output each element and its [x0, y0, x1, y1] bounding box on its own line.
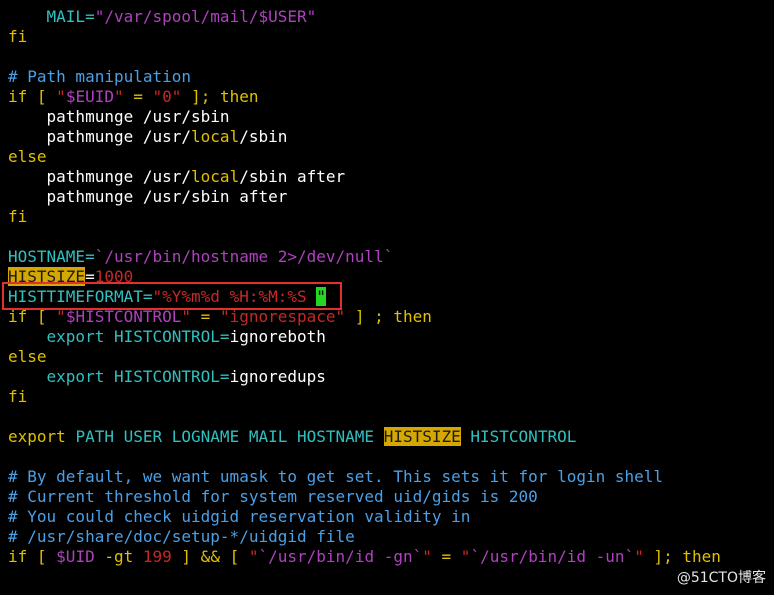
code-line: HISTSIZE=1000: [8, 267, 133, 287]
code-token: %Y%m%d %H:%M:%S: [162, 287, 317, 306]
code-token: /sbin: [239, 127, 288, 146]
code-token: ": [56, 87, 66, 106]
code-token: ": [113, 87, 124, 106]
code-token: PATH USER LOGNAME MAIL HOSTNAME: [75, 427, 384, 446]
code-token: $EUID: [65, 87, 114, 106]
code-token: ignoreboth: [229, 327, 326, 346]
code-token: "0": [152, 87, 182, 106]
code-token: =: [123, 87, 153, 106]
code-token: ignoredups: [229, 367, 326, 386]
code-token: # By default, we want umask to get set. …: [8, 467, 664, 486]
search-highlight: HISTSIZE: [383, 427, 461, 446]
code-token: fi: [8, 387, 28, 406]
code-line: # /usr/share/doc/setup-*/uidgid file: [8, 527, 355, 547]
code-line: else: [8, 147, 47, 167]
code-line: export HISTCONTROL=ignoreboth: [8, 327, 326, 347]
code-token: # Path manipulation: [8, 67, 192, 86]
code-token: /sbin after: [239, 167, 346, 186]
code-line: # You could check uidgid reservation val…: [8, 507, 470, 527]
code-line: pathmunge /usr/sbin after: [8, 187, 288, 207]
code-line: if [ "$EUID" = "0" ]; then: [8, 87, 259, 107]
code-token: "/var/spool/mail/$USER": [94, 7, 317, 26]
code-line: if [ "$HISTCONTROL" = "ignorespace" ] ; …: [8, 307, 432, 327]
code-token: 199: [142, 547, 172, 566]
code-line: else: [8, 347, 47, 367]
code-token: export HISTCONTROL=: [8, 327, 230, 346]
code-line: export PATH USER LOGNAME MAIL HOSTNAME H…: [8, 427, 576, 447]
code-token: else: [8, 147, 47, 166]
code-line: HOSTNAME=`/usr/bin/hostname 2>/dev/null`: [8, 247, 393, 267]
code-token: local: [191, 167, 240, 186]
code-token: $UID: [56, 547, 95, 566]
code-line: pathmunge /usr/sbin: [8, 107, 230, 127]
watermark-text: @51CTO博客: [676, 570, 766, 586]
code-token: =: [431, 547, 461, 566]
code-token: ] ; then: [345, 307, 432, 326]
code-token: if [: [8, 307, 57, 326]
code-token: # You could check uidgid reservation val…: [8, 507, 471, 526]
code-token: $HISTCONTROL: [65, 307, 182, 326]
code-line: fi: [8, 207, 27, 227]
code-token: ": [181, 307, 192, 326]
code-token: pathmunge /usr/: [8, 167, 192, 186]
code-token: MAIL=: [8, 7, 95, 26]
text-cursor: ": [316, 287, 326, 306]
code-line: if [ $UID -gt 199 ] && [ "`/usr/bin/id -…: [8, 547, 721, 567]
code-token: # Current threshold for system reserved …: [8, 487, 538, 506]
code-token: if [: [8, 87, 57, 106]
code-token: ] && [: [171, 547, 249, 566]
code-token: local: [191, 127, 240, 146]
code-token: =: [191, 307, 220, 326]
code-token: `/usr/bin/id -gn`: [258, 547, 423, 566]
code-token: pathmunge /usr/: [8, 127, 192, 146]
code-token: ]; then: [643, 547, 721, 566]
code-token: else: [8, 347, 47, 366]
code-line: # By default, we want umask to get set. …: [8, 467, 663, 487]
code-line: fi: [8, 27, 27, 47]
code-token: export HISTCONTROL=: [8, 367, 230, 386]
code-token: ": [152, 287, 163, 306]
code-token: HISTTIMEFORMAT=: [8, 287, 153, 306]
code-token: "ignorespace": [219, 307, 346, 326]
code-line: # Path manipulation: [8, 67, 191, 87]
code-token: if [: [8, 547, 57, 566]
code-token: fi: [8, 27, 28, 46]
search-highlight: HISTSIZE: [8, 267, 86, 286]
code-line: fi: [8, 387, 27, 407]
terminal-editor[interactable]: MAIL="/var/spool/mail/$USER" fi # Path man…: [0, 0, 774, 595]
code-token: pathmunge /usr/sbin after: [8, 187, 288, 206]
code-token: ": [56, 307, 66, 326]
code-token: HISTCONTROL: [460, 427, 577, 446]
code-line: export HISTCONTROL=ignoredups: [8, 367, 326, 387]
code-token: `/usr/bin/hostname 2>/dev/null`: [94, 247, 394, 266]
code-token: ": [422, 547, 432, 566]
code-token: fi: [8, 207, 28, 226]
code-token: export: [8, 427, 76, 446]
code-token: ": [460, 547, 471, 566]
code-token: -gt: [94, 547, 143, 566]
code-token: ": [634, 547, 644, 566]
code-token: ]; then: [181, 87, 259, 106]
code-token: `/usr/bin/id -un`: [470, 547, 635, 566]
code-token: pathmunge /usr/sbin: [8, 107, 230, 126]
code-line: # Current threshold for system reserved …: [8, 487, 538, 507]
code-token: # /usr/share/doc/setup-*/uidgid file: [8, 527, 355, 546]
code-line: HISTTIMEFORMAT="%Y%m%d %H:%M:%S ": [8, 287, 326, 307]
code-token: =: [85, 267, 95, 286]
code-line: MAIL="/var/spool/mail/$USER": [8, 7, 317, 27]
code-token: HOSTNAME=: [8, 247, 95, 266]
code-token: 1000: [94, 267, 134, 286]
code-line: pathmunge /usr/local/sbin after: [8, 167, 346, 187]
code-line: pathmunge /usr/local/sbin: [8, 127, 288, 147]
